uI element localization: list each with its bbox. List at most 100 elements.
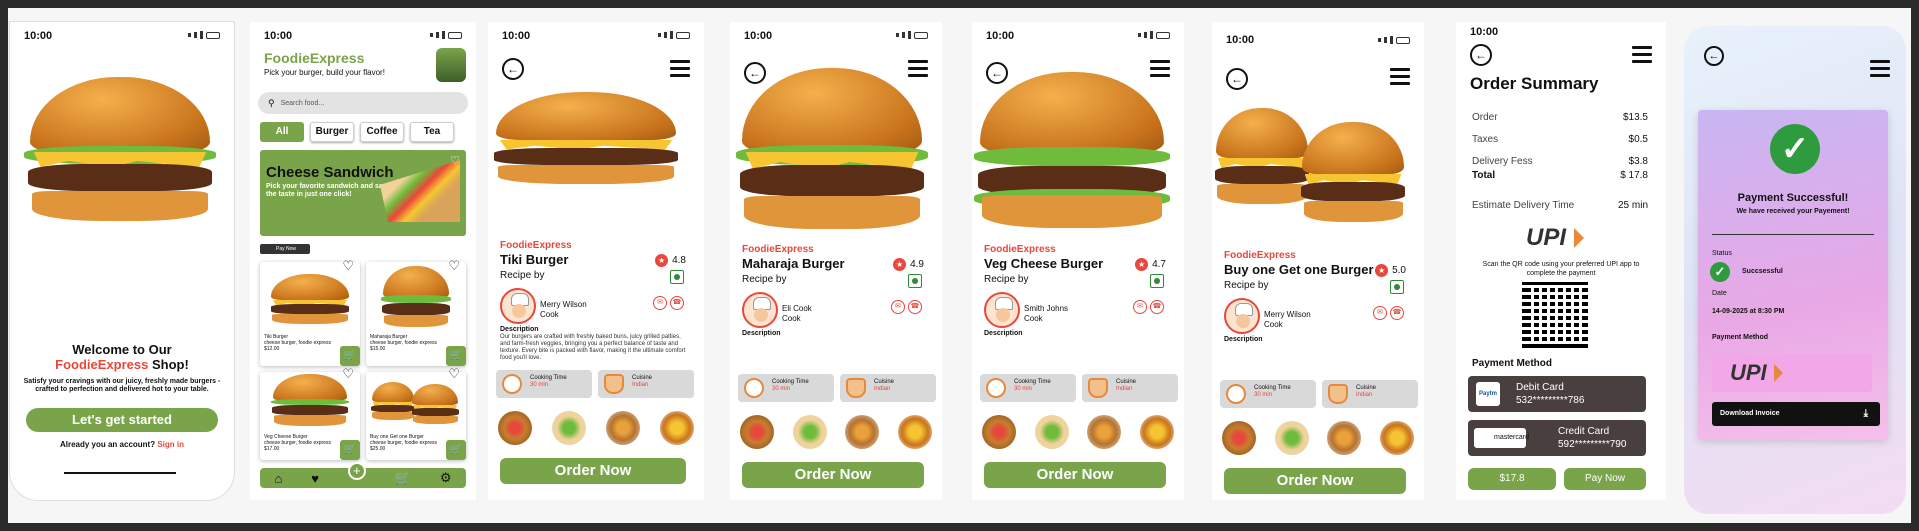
product-card-2[interactable]: ♡ Maharaja Burger cheese burger, foodie … [366, 258, 466, 366]
food-thumb[interactable] [845, 415, 880, 449]
status-icons [896, 31, 928, 39]
food-thumb[interactable] [792, 415, 827, 449]
category-tab-burger[interactable]: Burger [310, 122, 354, 142]
hamburger-menu-icon[interactable] [1632, 46, 1652, 67]
pay-now-button[interactable]: Pay Now [1564, 468, 1646, 490]
product-card-1[interactable]: ♡ Tiki Burger cheese burger, foodie expr… [260, 258, 360, 366]
category-tab-all[interactable]: All [260, 122, 304, 142]
pay-now-chip[interactable]: Pay Now [260, 244, 310, 254]
hamburger-menu-icon[interactable] [1870, 60, 1890, 81]
back-arrow-icon[interactable]: ← [502, 58, 524, 80]
order-now-button[interactable]: Order Now [500, 458, 686, 484]
star-icon: ★ [1375, 264, 1389, 277]
heart-icon[interactable]: ♡ [450, 154, 460, 167]
account-question: Already you an account? [59, 440, 156, 449]
category-tab-coffee[interactable]: Coffee [360, 122, 404, 142]
contact-icons: ✉ ☎ [891, 300, 922, 314]
order-now-button[interactable]: Order Now [984, 462, 1166, 488]
get-started-button[interactable]: Let's get started [26, 408, 218, 432]
category-tab-tea[interactable]: Tea [410, 122, 454, 142]
product-card-4[interactable]: ♡ Buy one Get one Burger cheese burger, … [366, 366, 466, 460]
order-now-button[interactable]: Order Now [742, 462, 924, 488]
related-foods [498, 408, 694, 448]
clock-icon [1226, 384, 1246, 404]
qr-code[interactable] [1522, 282, 1588, 348]
mail-icon[interactable]: ✉ [1133, 300, 1147, 314]
food-thumb[interactable] [1087, 415, 1122, 449]
payment-success-screen: ← ✓ Payment Successful! We have received… [1684, 26, 1906, 514]
phone-icon[interactable]: ☎ [1150, 300, 1164, 314]
food-thumb[interactable] [740, 415, 774, 449]
hamburger-menu-icon[interactable] [1390, 68, 1410, 89]
card-number: 592*********790 [1558, 439, 1627, 450]
summary-row-total: Total $ 17.8 [1472, 170, 1648, 200]
food-thumb[interactable] [1379, 421, 1414, 455]
food-thumb[interactable] [982, 415, 1016, 449]
heart-icon[interactable]: ♡ [342, 258, 354, 274]
promo-banner[interactable]: Cheese Sandwich Pick your favorite sandw… [260, 150, 466, 236]
mail-icon[interactable]: ✉ [891, 300, 905, 314]
phone-icon[interactable]: ☎ [670, 296, 684, 310]
food-thumb[interactable] [1034, 415, 1069, 449]
heart-icon[interactable]: ♡ [448, 366, 460, 382]
upi-badge: UPI [1712, 354, 1872, 392]
add-to-cart-button[interactable]: 🛒 [340, 346, 360, 366]
product-image [270, 374, 350, 428]
recipe-by-label: Recipe by [1224, 280, 1269, 291]
home-brand: FoodieExpress [264, 50, 365, 66]
food-thumb[interactable] [660, 411, 694, 445]
signin-link[interactable]: Sign in [157, 440, 184, 449]
food-thumb[interactable] [897, 415, 932, 449]
search-placeholder: Search food... [280, 99, 325, 107]
clock-icon [986, 378, 1006, 398]
add-to-cart-button[interactable]: 🛒 [446, 440, 466, 460]
add-to-cart-button[interactable]: 🛒 [340, 440, 360, 460]
back-arrow-icon[interactable]: ← [1226, 68, 1248, 90]
clock-icon [502, 374, 522, 394]
row-label: Taxes [1472, 134, 1499, 145]
profile-avatar[interactable] [436, 48, 466, 82]
card-number: 532*********786 [1516, 395, 1585, 406]
order-now-button[interactable]: Order Now [1224, 468, 1406, 494]
food-thumb[interactable] [1274, 421, 1309, 455]
rating: ★ 4.8 [655, 254, 686, 267]
settings-icon[interactable]: ⚙ [440, 470, 452, 486]
checkmark-icon: ✓ [1770, 124, 1820, 174]
heart-icon[interactable]: ♡ [448, 258, 460, 274]
favorites-icon[interactable]: ♥ [311, 471, 319, 486]
welcome-prefix: Welcome to Our [72, 342, 172, 357]
welcome-tagline: Satisfy your cravings with our juicy, fr… [23, 378, 221, 393]
credit-card-option[interactable]: mastercard Credit Card 592*********790 [1468, 420, 1646, 456]
home-icon[interactable]: ⌂ [274, 471, 282, 486]
download-invoice-button[interactable]: Download Invoice ⤓ [1712, 402, 1880, 426]
debit-card-option[interactable]: Paytm Debit Card 532*********786 [1468, 376, 1646, 412]
amount-button[interactable]: $17.8 [1468, 468, 1556, 490]
phone-icon[interactable]: ☎ [1390, 306, 1404, 320]
product-card-3[interactable]: ♡ Veg Cheese Burger cheese burger, foodi… [260, 366, 360, 460]
product-image-2 [410, 384, 460, 426]
food-thumb[interactable] [1222, 421, 1256, 455]
hamburger-menu-icon[interactable] [670, 60, 690, 81]
mail-icon[interactable]: ✉ [1373, 306, 1387, 320]
mail-icon[interactable]: ✉ [653, 296, 667, 310]
back-arrow-icon[interactable]: ← [1470, 44, 1492, 66]
cooking-time-label: Cooking Time [772, 379, 809, 385]
food-thumb[interactable] [498, 411, 532, 445]
add-to-cart-button[interactable]: 🛒 [446, 346, 466, 366]
recipe-by-label: Recipe by [742, 274, 787, 285]
cart-icon[interactable]: 🛒 [395, 470, 411, 486]
food-thumb[interactable] [1327, 421, 1362, 455]
phone-icon[interactable]: ☎ [908, 300, 922, 314]
design-board: 10:00 Welcome to Our FoodieExpress Shop!… [8, 8, 1911, 523]
paytm-icon: Paytm [1476, 382, 1500, 406]
veg-indicator-icon [1390, 280, 1404, 294]
heart-icon[interactable]: ♡ [342, 366, 354, 382]
food-thumb[interactable] [1139, 415, 1174, 449]
chef-info: Merry Wilson Cook [1264, 310, 1311, 330]
home-tagline: Pick your burger, build your flavor! [264, 68, 385, 77]
add-icon[interactable]: + [347, 462, 366, 480]
food-thumb[interactable] [552, 411, 586, 445]
search-bar[interactable]: ⚲ Search food... [258, 92, 468, 114]
food-thumb[interactable] [606, 411, 640, 445]
back-arrow-icon[interactable]: ← [1704, 46, 1724, 66]
